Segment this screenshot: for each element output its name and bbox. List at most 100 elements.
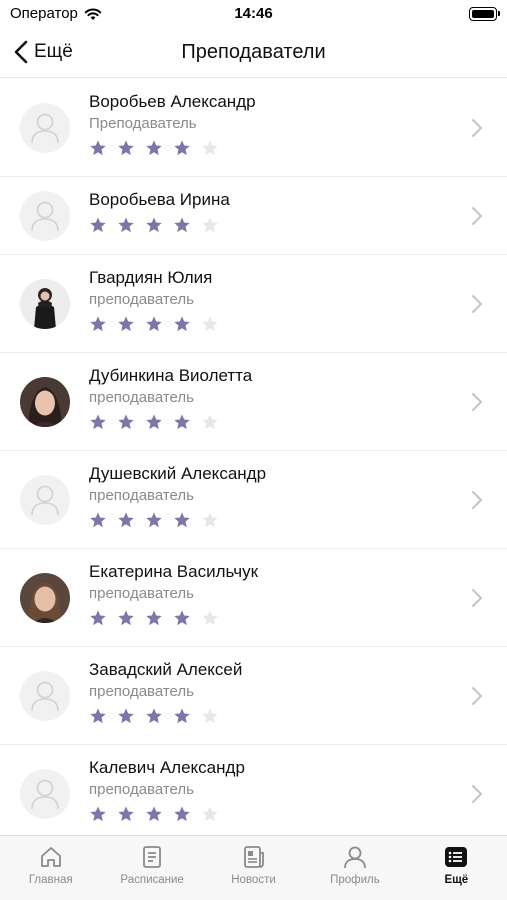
star-filled-icon (146, 414, 162, 430)
chevron-right-icon (472, 785, 482, 803)
teacher-row[interactable]: Калевич Александр преподаватель (0, 745, 507, 835)
star-filled-icon (90, 512, 106, 528)
star-empty-icon (202, 610, 218, 626)
teacher-row[interactable]: Екатерина Васильчук преподаватель (0, 549, 507, 647)
rating-stars (89, 805, 467, 823)
tab-profile[interactable]: Профиль (304, 836, 405, 900)
teacher-name: Душевский Александр (89, 464, 267, 483)
chevron-right-icon (472, 589, 482, 607)
star-empty-icon (202, 217, 218, 233)
teacher-role: преподаватель (89, 291, 194, 308)
tab-schedule[interactable]: Расписание (101, 836, 202, 900)
star-empty-icon (202, 316, 218, 332)
star-filled-icon (174, 610, 190, 626)
rating-stars (89, 609, 467, 627)
teacher-name: Воробьев Александр (89, 92, 256, 111)
avatar-image (20, 279, 70, 329)
avatar-image (20, 377, 70, 427)
chevron-right-icon (472, 393, 482, 411)
star-empty-icon (202, 140, 218, 156)
star-filled-icon (174, 708, 190, 724)
back-button[interactable]: Ещё (14, 40, 73, 64)
tab-home[interactable]: Главная (0, 836, 101, 900)
teacher-info: Завадский Алексей преподаватель (89, 659, 467, 725)
teacher-row[interactable]: Душевский Александр преподаватель (0, 451, 507, 549)
tab-label: Расписание (120, 874, 184, 886)
back-label: Ещё (34, 41, 73, 62)
avatar-placeholder (20, 103, 70, 153)
star-filled-icon (90, 610, 106, 626)
tab-more[interactable]: Ещё (406, 836, 507, 900)
tab-label: Профиль (330, 874, 380, 886)
star-empty-icon (202, 414, 218, 430)
tab-label: Ещё (444, 874, 469, 886)
star-filled-icon (118, 806, 134, 822)
teacher-name: Воробьева Ирина (89, 190, 230, 209)
tab-bar: Главная Расписание Новости Профиль Ещё (0, 835, 507, 900)
rating-stars (89, 315, 467, 333)
teacher-info: Гвардиян Юлия преподаватель (89, 267, 467, 333)
rating-stars (89, 707, 467, 725)
teacher-name: Калевич Александр (89, 758, 245, 777)
page-title: Преподаватели (181, 41, 326, 63)
battery-icon (469, 7, 500, 21)
star-filled-icon (118, 217, 134, 233)
star-empty-icon (202, 806, 218, 822)
teacher-list: Воробьев Александр Преподаватель Воробьева… (0, 79, 507, 835)
teacher-row[interactable]: Гвардиян Юлия преподаватель (0, 255, 507, 353)
teacher-name: Гвардиян Юлия (89, 268, 213, 287)
teacher-info: Калевич Александр преподаватель (89, 757, 467, 823)
avatar-placeholder (20, 671, 70, 721)
avatar-image (20, 573, 70, 623)
avatar-placeholder (20, 475, 70, 525)
status-bar: Оператор 14:46 (0, 0, 507, 30)
star-empty-icon (202, 708, 218, 724)
person-placeholder-icon (31, 201, 59, 232)
star-filled-icon (146, 140, 162, 156)
star-filled-icon (90, 217, 106, 233)
home-icon (40, 847, 61, 867)
avatar-photo (20, 573, 70, 623)
star-filled-icon (174, 217, 190, 233)
profile-icon (344, 846, 366, 869)
star-filled-icon (146, 610, 162, 626)
tab-label: Новости (231, 874, 276, 886)
chevron-right-icon (472, 687, 482, 705)
avatar-photo (20, 279, 70, 329)
teacher-info: Душевский Александр преподаватель (89, 463, 467, 529)
star-filled-icon (90, 414, 106, 430)
news-icon (243, 846, 264, 868)
teacher-row[interactable]: Дубинкина Виолетта преподаватель (0, 353, 507, 451)
teacher-role: преподаватель (89, 683, 194, 700)
star-filled-icon (146, 806, 162, 822)
rating-stars (89, 216, 467, 234)
teacher-row[interactable]: Воробьева Ирина (0, 177, 507, 255)
teacher-row[interactable]: Воробьев Александр Преподаватель (0, 79, 507, 177)
person-placeholder-icon (31, 485, 59, 516)
star-filled-icon (118, 708, 134, 724)
teacher-name: Завадский Алексей (89, 660, 243, 679)
teacher-info: Дубинкина Виолетта преподаватель (89, 365, 467, 431)
teacher-name: Екатерина Васильчук (89, 562, 259, 581)
rating-stars (89, 139, 467, 157)
teacher-role: преподаватель (89, 389, 194, 406)
star-filled-icon (118, 610, 134, 626)
teacher-role: преподаватель (89, 781, 194, 798)
star-filled-icon (118, 140, 134, 156)
star-filled-icon (146, 512, 162, 528)
chevron-right-icon (472, 295, 482, 313)
star-filled-icon (146, 708, 162, 724)
chevron-left-icon (14, 40, 28, 64)
teacher-role: Преподаватель (89, 115, 197, 132)
teacher-info: Екатерина Васильчук преподаватель (89, 561, 467, 627)
chevron-right-icon (472, 491, 482, 509)
person-placeholder-icon (31, 779, 59, 810)
more-icon (445, 847, 468, 867)
teacher-row[interactable]: Завадский Алексей преподаватель (0, 647, 507, 745)
teacher-name: Дубинкина Виолетта (89, 366, 253, 385)
rating-stars (89, 511, 467, 529)
star-filled-icon (174, 414, 190, 430)
star-filled-icon (118, 414, 134, 430)
tab-news[interactable]: Новости (203, 836, 304, 900)
star-empty-icon (202, 512, 218, 528)
